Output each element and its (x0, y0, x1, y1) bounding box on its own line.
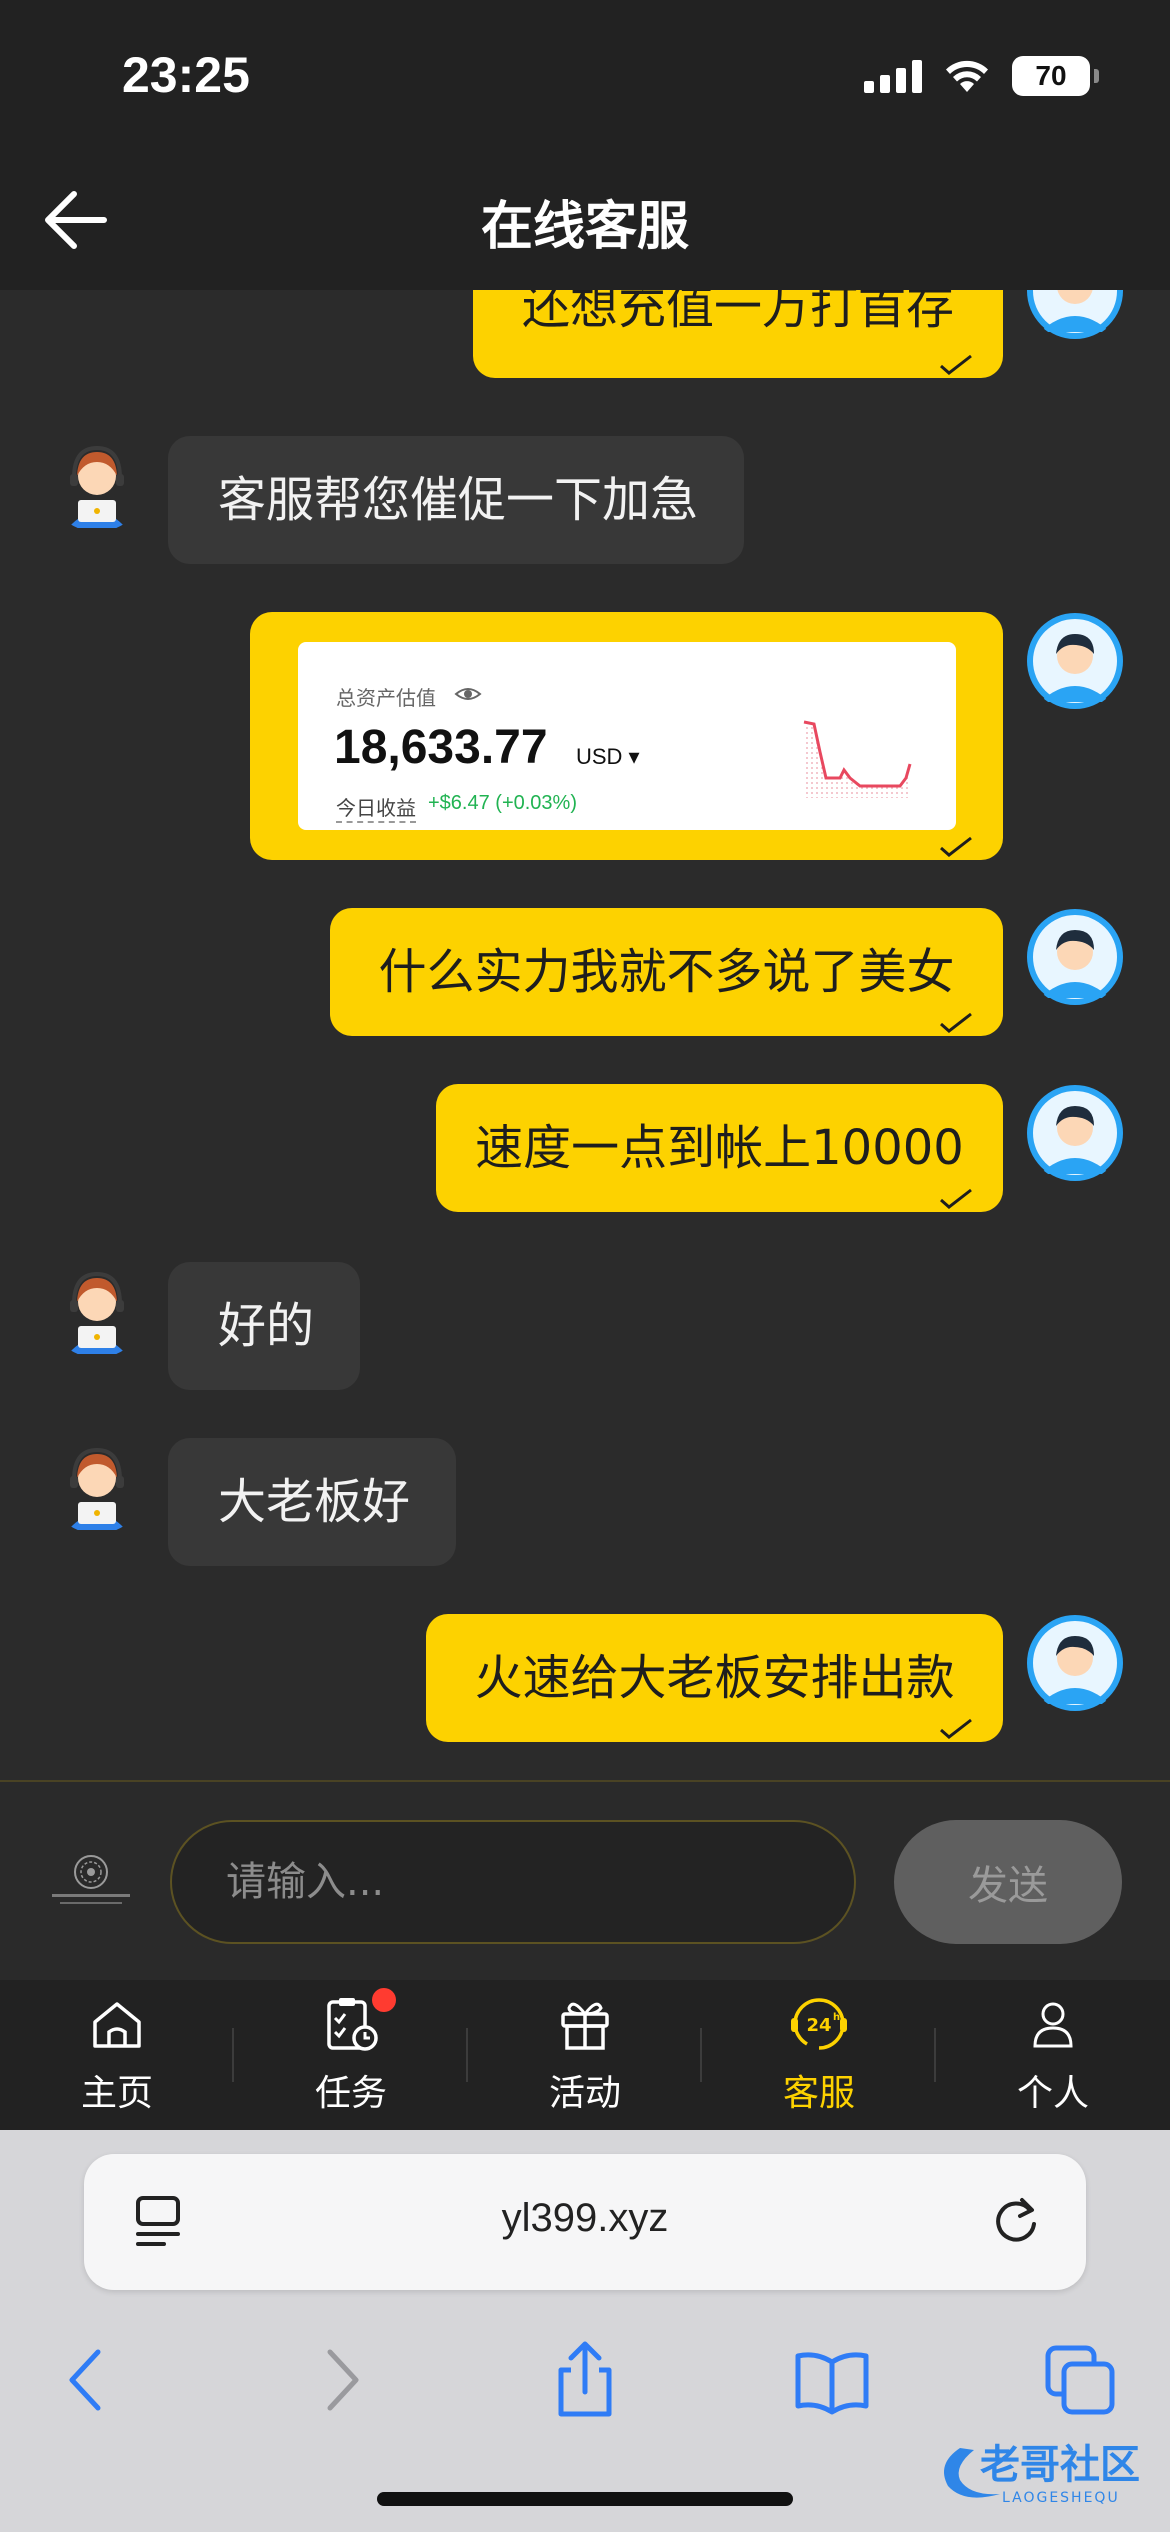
gift-icon (561, 2002, 609, 2050)
message-bubble[interactable]: 速度一点到帐上10000 (436, 1084, 1003, 1212)
read-check-icon (940, 1188, 972, 1209)
page-title: 在线客服 (480, 197, 689, 257)
status-time: 23:25 (122, 47, 250, 103)
back-icon[interactable] (48, 2340, 128, 2420)
read-check-icon (940, 1012, 972, 1033)
currency-selector: USD ▾ (576, 744, 640, 769)
send-button[interactable]: 发送 (894, 1820, 1122, 1944)
address-bar[interactable]: yl399.xyz (84, 2154, 1086, 2290)
user-avatar (1026, 290, 1124, 340)
svg-text:h: h (833, 2012, 840, 2023)
brand-logo-icon (52, 1855, 130, 1904)
tab-tasks[interactable]: 任务 (234, 1980, 468, 2130)
tab-label: 活动 (548, 2073, 621, 2114)
tab-home[interactable]: 主页 (0, 1980, 234, 2130)
message-text: 什么实力我就不多说了美女 (378, 944, 955, 1000)
wifi-icon (946, 60, 988, 92)
svg-text:24: 24 (806, 2015, 831, 2036)
tab-label: 客服 (782, 2073, 855, 2114)
sparkline-chart (803, 720, 912, 798)
share-icon[interactable] (545, 2340, 625, 2420)
chat-header: 在线客服 (0, 150, 1170, 290)
user-avatar (1026, 612, 1124, 710)
message-input[interactable] (170, 1820, 856, 1944)
notification-badge (372, 1988, 396, 2012)
tab-label: 个人 (1016, 2073, 1089, 2114)
read-check-icon (940, 354, 972, 375)
tab-activities[interactable]: 活动 (468, 1980, 702, 2130)
read-check-icon (940, 1718, 972, 1739)
today-income-value: +$6.47 (+0.03%) (428, 792, 577, 814)
bottom-tab-bar: 主页 任务 活动 24 h 客服 个人 (0, 1980, 1170, 2130)
message-bubble[interactable]: 总资产估值 18,633.77 USD ▾ 今日收益 +$6.47 (+0.03… (250, 612, 1003, 860)
support-24h-icon: 24 h (791, 1998, 847, 2050)
message-bubble[interactable]: 大老板好 (168, 1438, 456, 1566)
status-bar: 23:25 70 (0, 0, 1170, 150)
profile-icon (1033, 2002, 1073, 2048)
agent-avatar (48, 1436, 146, 1534)
bookmarks-icon[interactable] (792, 2340, 872, 2420)
watermark-logo: 老哥社区 LAOGESHEQU (944, 2442, 1140, 2506)
agent-avatar (48, 434, 146, 532)
message-composer: 发送 (0, 1780, 1170, 1980)
battery-level: 70 (1035, 60, 1067, 91)
tab-customer-service[interactable]: 24 h 客服 (702, 1980, 936, 2130)
battery-icon: 70 (1012, 56, 1099, 96)
message-bubble[interactable]: 客服帮您催促一下加急 (168, 436, 744, 564)
tab-label: 任务 (314, 2073, 387, 2114)
eye-icon (454, 688, 482, 700)
browser-nav-row (0, 2320, 1170, 2430)
message-text: 火速给大老板安排出款 (474, 1650, 955, 1706)
message-bubble[interactable]: 还想充值一万打首存 (473, 290, 1003, 378)
total-assets-value: 18,633.77 (334, 721, 548, 774)
message-text: 还想充值一万打首存 (521, 290, 954, 335)
tabs-icon[interactable] (1040, 2340, 1120, 2420)
today-income-label: 今日收益 (336, 792, 416, 823)
message-bubble[interactable]: 火速给大老板安排出款 (426, 1614, 1003, 1742)
message-text: 好的 (218, 1298, 315, 1354)
url-text[interactable]: yl399.xyz (84, 2196, 1086, 2241)
total-assets-label: 总资产估值 (336, 686, 436, 710)
message-text: 速度一点到帐上10000 (475, 1120, 964, 1176)
tab-label: 主页 (80, 2073, 153, 2114)
user-avatar (1026, 1614, 1124, 1712)
status-icons: 70 (864, 54, 1099, 98)
cellular-signal-icon (864, 59, 922, 93)
chat-message-list[interactable]: 还想充值一万打首存 客服帮您催促一下加急 总资产估值 18,633.77 USD… (0, 290, 1170, 1780)
user-avatar (1026, 1084, 1124, 1182)
forward-icon[interactable] (300, 2340, 380, 2420)
asset-screenshot-card[interactable]: 总资产估值 18,633.77 USD ▾ 今日收益 +$6.47 (+0.03… (298, 642, 956, 830)
watermark-text: 老哥社区 (980, 2442, 1140, 2488)
message-text: 大老板好 (218, 1474, 411, 1530)
message-bubble[interactable]: 好的 (168, 1262, 360, 1390)
home-icon (93, 2002, 141, 2048)
reload-icon[interactable] (988, 2194, 1044, 2250)
agent-avatar (48, 1260, 146, 1358)
user-avatar (1026, 908, 1124, 1006)
tab-profile[interactable]: 个人 (936, 1980, 1170, 2130)
message-text: 客服帮您催促一下加急 (218, 472, 699, 528)
watermark-subtext: LAOGESHEQU (1002, 2490, 1120, 2506)
message-bubble[interactable]: 什么实力我就不多说了美女 (330, 908, 1003, 1036)
home-indicator (377, 2492, 793, 2506)
read-check-icon (940, 836, 972, 857)
